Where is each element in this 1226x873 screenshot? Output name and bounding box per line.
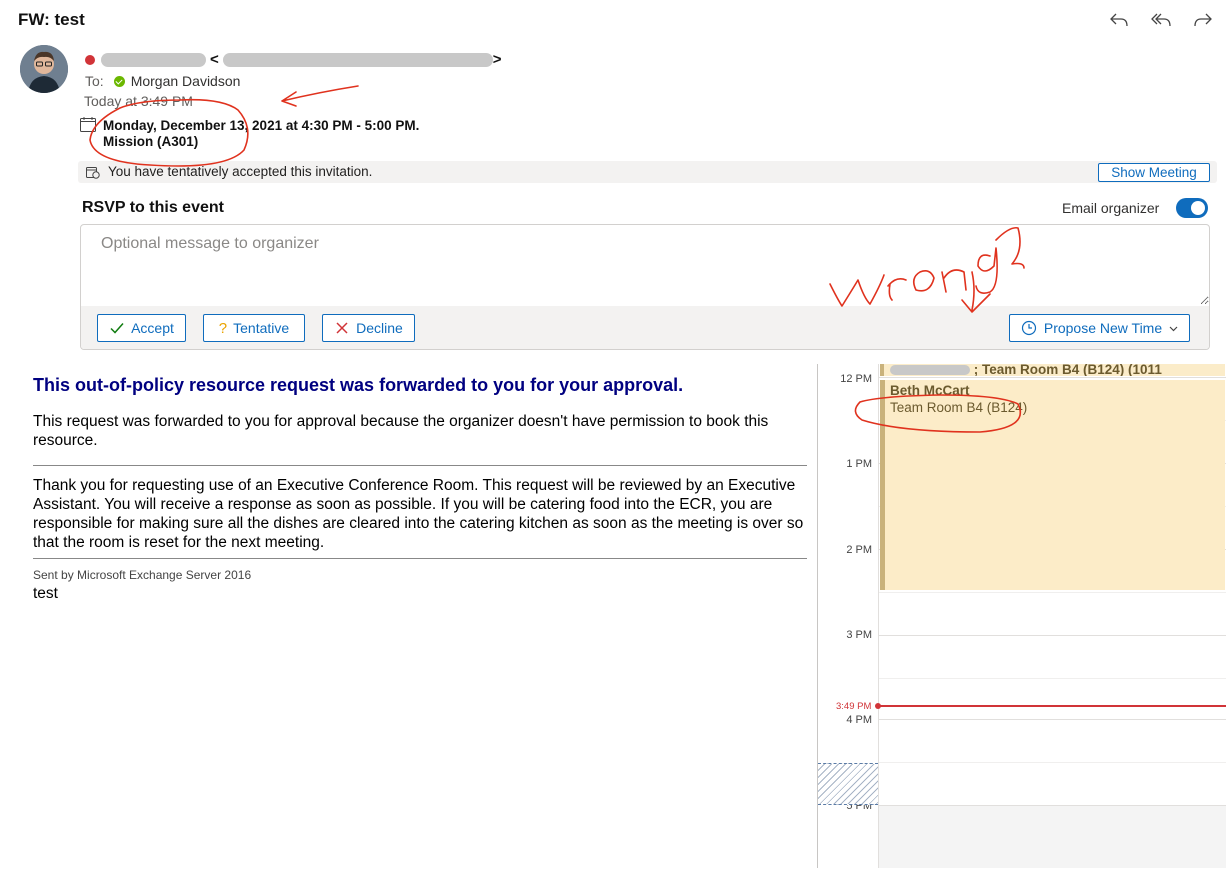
rsvp-title: RSVP to this event: [82, 199, 224, 216]
accept-label: Accept: [131, 320, 174, 336]
body-paragraph: Thank you for requesting use of an Execu…: [33, 477, 804, 551]
sent-by-footer: Sent by Microsoft Exchange Server 2016: [33, 568, 252, 582]
presence-available-icon: [113, 75, 125, 87]
meeting-details: Monday, December 13, 2021 at 4:30 PM - 5…: [103, 118, 419, 150]
reply-all-icon[interactable]: [1148, 8, 1174, 32]
propose-label: Propose New Time: [1043, 320, 1163, 336]
redacted-sender-email: [222, 52, 493, 67]
hour-label: 12 PM: [840, 373, 872, 385]
close-icon: [336, 322, 348, 334]
reply-icon[interactable]: [1106, 8, 1132, 32]
sent-time: Today at 3:49 PM: [84, 93, 193, 109]
checkmark-icon: [110, 323, 124, 334]
accept-button[interactable]: Accept: [97, 314, 186, 342]
clock-icon: [1021, 320, 1036, 336]
recipient-name[interactable]: Morgan Davidson: [131, 73, 241, 89]
meeting-location: Mission (A301): [103, 134, 199, 149]
tentative-button[interactable]: ? Tentative: [203, 314, 305, 342]
hour-label: 4 PM: [846, 714, 872, 726]
message-subject: FW: test: [18, 10, 85, 29]
calendar-event[interactable]: Beth McCart Team Room B4 (B124): [880, 380, 1225, 590]
current-time-label: 3:49 PM: [836, 701, 872, 712]
divider: [33, 465, 807, 466]
show-meeting-button[interactable]: Show Meeting: [1098, 163, 1210, 182]
annotation-arrow: [281, 85, 359, 107]
proposed-meeting-slot: [818, 763, 878, 805]
redacted-sender-name: [101, 52, 206, 67]
meeting-time: Monday, December 13, 2021 at 4:30 PM - 5…: [103, 118, 420, 133]
hour-label: 2 PM: [846, 544, 872, 556]
email-organizer-toggle[interactable]: [1176, 198, 1208, 218]
body-heading: This out-of-policy resource request was …: [33, 375, 684, 395]
current-time-dot: [875, 703, 881, 709]
decline-button[interactable]: Decline: [322, 314, 415, 342]
calendar-tentative-icon: [86, 167, 100, 179]
message-actions: [1106, 8, 1216, 32]
question-mark-icon: ?: [218, 319, 228, 337]
sender-open-bracket: <: [210, 51, 219, 68]
forward-icon[interactable]: [1190, 8, 1216, 32]
tentative-label: Tentative: [233, 320, 290, 336]
calendar-event[interactable]: ; Team Room B4 (B124) (1011: [880, 364, 1225, 376]
rsvp-message-input[interactable]: [81, 225, 1209, 305]
sender-avatar[interactable]: [20, 45, 68, 93]
decline-label: Decline: [356, 320, 403, 336]
to-label: To:: [85, 73, 104, 89]
redacted-organizer: [890, 365, 970, 376]
chevron-down-icon: [1169, 326, 1178, 331]
propose-new-time-button[interactable]: Propose New Time: [1009, 314, 1190, 342]
event-location: Team Room B4 (B124): [890, 400, 1028, 415]
hour-label: 3 PM: [846, 629, 872, 641]
current-time-line: [879, 705, 1226, 707]
event-title: Beth McCart: [890, 383, 970, 398]
sender-line[interactable]: < >: [85, 51, 502, 68]
sender-close-bracket: >: [492, 51, 502, 68]
hour-label: 1 PM: [846, 458, 872, 470]
event-top-text: ; Team Room B4 (B124) (1011: [973, 364, 1162, 376]
recipients-line: To: Morgan Davidson: [85, 73, 240, 89]
calendar-icon: [80, 117, 96, 132]
body-paragraph: This request was forwarded to you for ap…: [33, 413, 769, 449]
invitation-status-text: You have tentatively accepted this invit…: [108, 164, 373, 179]
email-organizer-label: Email organizer: [1062, 200, 1160, 216]
body-signature: test: [33, 585, 58, 602]
divider: [33, 558, 807, 559]
presence-busy-icon: [85, 54, 95, 65]
